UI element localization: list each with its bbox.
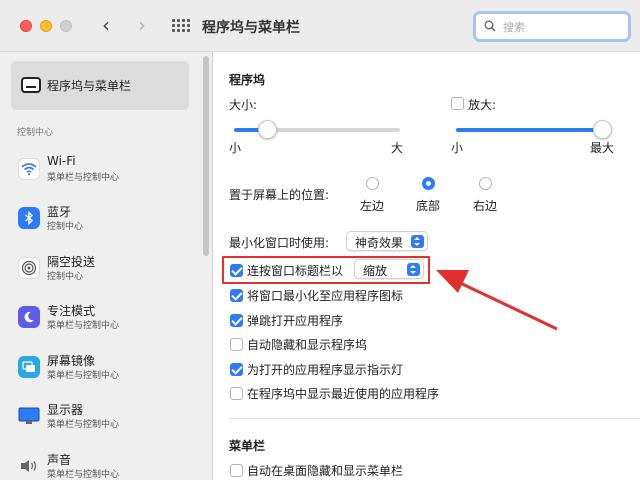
magnification-label: 放大: — [468, 98, 497, 112]
auto-hide-dock-checkbox[interactable] — [230, 338, 243, 351]
auto-hide-menubar-checkbox[interactable] — [230, 464, 243, 477]
size-label: 大小: — [229, 98, 258, 112]
show-indicators-label: 为打开的应用程序显示指示灯 — [247, 363, 404, 377]
double-click-action-popup[interactable]: 缩放 — [354, 259, 424, 279]
sidebar-item-subtitle: 菜单栏与控制中心 — [47, 173, 120, 183]
double-click-action-value: 缩放 — [363, 264, 388, 278]
sidebar-item-subtitle: 菜单栏与控制中心 — [47, 371, 120, 381]
position-option-left: 左边 — [360, 199, 385, 213]
forward-chevron-icon[interactable]: › — [131, 13, 153, 39]
magnification-min-label: 小 — [451, 141, 464, 155]
sidebar-item-title: 声音 — [47, 453, 72, 467]
sidebar-item-subtitle: 菜单栏与控制中心 — [47, 321, 120, 331]
sidebar-item-bluetooth[interactable]: 蓝牙 控制中心 — [18, 201, 208, 239]
sidebar-section-control-center: 控制中心 — [17, 128, 54, 138]
title-bar: ‹ › 程序坞与菜单栏 — [0, 0, 640, 52]
screen-mirror-icon — [18, 356, 40, 378]
minimize-to-app-icon-checkbox[interactable] — [230, 289, 243, 302]
size-min-label: 小 — [229, 141, 242, 155]
position-option-bottom: 底部 — [416, 199, 441, 213]
sidebar-item-airdrop[interactable]: 隔空投送 控制中心 — [18, 251, 208, 289]
sidebar-item-title: 屏幕镜像 — [47, 354, 96, 368]
position-radio-left[interactable] — [366, 177, 379, 190]
double-click-checkbox[interactable] — [230, 264, 243, 277]
sidebar-item-title: 蓝牙 — [47, 205, 72, 219]
show-all-grid-icon[interactable] — [172, 19, 190, 32]
minimize-window-button[interactable] — [40, 20, 52, 32]
sidebar-item-subtitle: 菜单栏与控制中心 — [47, 470, 120, 480]
minimize-to-app-icon-label: 将窗口最小化至应用程序图标 — [247, 289, 404, 303]
sidebar-item-dock-menubar[interactable]: 程序坞与菜单栏 — [11, 61, 189, 110]
moon-icon — [18, 306, 40, 328]
show-indicators-checkbox[interactable] — [230, 363, 243, 376]
sidebar-item-title: 专注模式 — [47, 304, 96, 318]
wifi-icon — [18, 158, 40, 180]
bounce-open-label: 弹跳打开应用程序 — [247, 314, 344, 328]
position-label: 置于屏幕上的位置: — [229, 188, 330, 202]
window-title: 程序坞与菜单栏 — [202, 20, 300, 36]
size-slider-knob[interactable] — [257, 120, 277, 139]
magnification-max-label: 最大 — [590, 141, 615, 155]
back-chevron-icon[interactable]: ‹ — [95, 13, 117, 39]
show-recent-apps-checkbox[interactable] — [230, 387, 243, 400]
double-click-label: 连按窗口标题栏以 — [247, 264, 344, 278]
close-window-button[interactable] — [20, 20, 32, 32]
magnification-slider[interactable] — [456, 128, 602, 132]
minimize-effect-label: 最小化窗口时使用: — [229, 236, 330, 250]
sidebar-item-label: 程序坞与菜单栏 — [47, 79, 132, 93]
popup-arrows-icon — [407, 263, 420, 276]
speaker-icon — [18, 455, 40, 477]
sidebar-item-subtitle: 控制中心 — [47, 272, 84, 282]
bounce-open-checkbox[interactable] — [230, 314, 243, 327]
position-radio-bottom[interactable] — [422, 177, 435, 190]
menubar-section-header: 菜单栏 — [229, 439, 266, 453]
sidebar-item-focus[interactable]: 专注模式 菜单栏与控制中心 — [18, 300, 208, 338]
zoom-window-button[interactable] — [60, 20, 72, 32]
sidebar-item-title: 隔空投送 — [47, 255, 96, 269]
sidebar-item-wifi[interactable]: Wi-Fi 菜单栏与控制中心 — [18, 152, 208, 190]
bluetooth-icon — [18, 207, 40, 229]
size-max-label: 大 — [391, 141, 404, 155]
airdrop-icon — [18, 257, 40, 279]
magnification-slider-fill — [456, 128, 602, 132]
sidebar-item-displays[interactable]: 显示器 菜单栏与控制中心 — [18, 399, 208, 437]
sidebar-item-title: 显示器 — [47, 403, 84, 417]
search-field[interactable] — [473, 11, 631, 42]
popup-arrows-icon — [411, 235, 424, 248]
display-icon — [18, 405, 40, 427]
show-recent-apps-label: 在程序坞中显示最近使用的应用程序 — [247, 387, 440, 401]
search-input[interactable] — [503, 18, 623, 36]
sidebar-item-subtitle: 控制中心 — [47, 222, 84, 232]
dock-icon — [21, 77, 41, 93]
minimize-effect-popup[interactable]: 神奇效果 — [346, 231, 428, 251]
sidebar-item-screen-mirroring[interactable]: 屏幕镜像 菜单栏与控制中心 — [18, 350, 208, 388]
sidebar-item-sound[interactable]: 声音 菜单栏与控制中心 — [18, 449, 208, 480]
sidebar-item-title: Wi-Fi — [47, 154, 76, 168]
dock-section-header: 程序坞 — [229, 73, 266, 87]
magnification-checkbox[interactable] — [451, 97, 464, 110]
minimize-effect-value: 神奇效果 — [355, 236, 404, 250]
section-divider — [229, 418, 640, 419]
position-option-right: 右边 — [473, 199, 498, 213]
search-icon — [484, 20, 496, 32]
auto-hide-menubar-label: 自动在桌面隐藏和显示菜单栏 — [247, 464, 404, 478]
position-radio-right[interactable] — [479, 177, 492, 190]
auto-hide-dock-label: 自动隐藏和显示程序坞 — [247, 338, 368, 352]
magnification-slider-knob[interactable] — [592, 120, 612, 139]
sidebar-item-subtitle: 菜单栏与控制中心 — [47, 420, 120, 430]
